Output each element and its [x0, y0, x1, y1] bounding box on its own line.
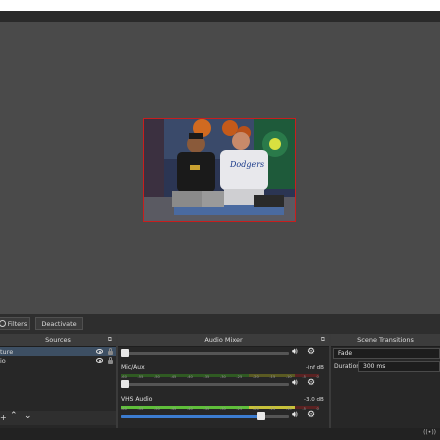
- meter-tick-label: -55: [137, 375, 144, 379]
- meter-tick-label: -5: [302, 407, 306, 411]
- volume-fader[interactable]: [121, 380, 289, 388]
- meter-ticks: -60 -55 -50 -45 -40 -35 -30 -25 -20 -15 -10 -5 0: [121, 407, 319, 412]
- sources-toolbar: + ⌃ ⌄: [0, 411, 116, 425]
- channel-name: VHS Audio: [121, 396, 153, 403]
- meter-tick-label: -35: [203, 375, 210, 379]
- fader-knob[interactable]: [121, 380, 129, 388]
- audio-mixer-title: Audio Mixer ⧉: [118, 334, 329, 347]
- meter-tick-label: -50: [153, 407, 160, 411]
- move-down-icon[interactable]: ⌄: [24, 411, 32, 421]
- meter-tick-label: -55: [137, 407, 144, 411]
- visibility-eye-icon[interactable]: [96, 349, 103, 354]
- transition-value: Fade: [338, 350, 353, 357]
- meter-tick-label: -40: [186, 375, 193, 379]
- level-meter: [121, 371, 319, 377]
- video-preview[interactable]: Dodgers: [143, 118, 296, 222]
- meter-tick-label: 0: [316, 407, 319, 411]
- deactivate-label: Deactivate: [41, 319, 77, 328]
- source-item[interactable]: ture: [0, 347, 116, 356]
- fader-knob[interactable]: [121, 349, 129, 357]
- channel-name: Mic/Aux: [121, 364, 145, 371]
- video-frame-image: Dodgers: [144, 119, 295, 221]
- meter-tick-label: -45: [170, 375, 177, 379]
- float-dock-icon[interactable]: ⧉: [321, 336, 325, 344]
- source-item-label: ture: [0, 347, 14, 356]
- fader-knob[interactable]: [257, 412, 265, 420]
- meter-tick-label: -60: [121, 407, 127, 411]
- speaker-icon[interactable]: 🔊︎: [292, 347, 298, 357]
- speaker-icon[interactable]: 🔊︎: [292, 378, 298, 388]
- volume-fader[interactable]: [121, 349, 289, 357]
- svg-text:Dodgers: Dodgers: [229, 160, 264, 169]
- scene-transitions-title: Scene Transitions: [331, 334, 440, 347]
- menu-bar: [0, 11, 440, 22]
- level-meter: [121, 403, 319, 409]
- meter-tick-label: -15: [269, 375, 276, 379]
- duration-label: Duration: [334, 363, 361, 370]
- volume-fader[interactable]: [121, 412, 289, 420]
- duration-input[interactable]: 300 ms: [358, 361, 440, 372]
- source-item-label: io: [0, 356, 6, 365]
- broadcast-icon: ((•)): [423, 429, 436, 436]
- meter-tick-label: -5: [302, 375, 306, 379]
- meter-tick-label: -50: [153, 375, 160, 379]
- speaker-icon[interactable]: 🔊︎: [292, 410, 298, 420]
- audio-mixer-title-text: Audio Mixer: [204, 336, 243, 344]
- visibility-eye-icon[interactable]: [96, 358, 103, 363]
- source-item[interactable]: io: [0, 356, 116, 365]
- add-icon[interactable]: +: [0, 413, 7, 422]
- meter-tick-label: -25: [236, 407, 243, 411]
- filters-button[interactable]: Filters: [0, 317, 30, 330]
- meter-ticks: -60 -55 -50 -45 -40 -35 -30 -25 -20 -15 -10 -5 0: [121, 375, 319, 380]
- move-up-icon[interactable]: ⌃: [10, 411, 18, 421]
- title-bar: [0, 0, 440, 11]
- lock-icon[interactable]: [108, 348, 113, 355]
- scene-transitions-title-text: Scene Transitions: [357, 336, 414, 344]
- status-bar: ((•)): [0, 428, 440, 440]
- deactivate-button[interactable]: Deactivate: [35, 317, 83, 330]
- sources-title-text: Sources: [45, 336, 71, 344]
- meter-tick-label: -40: [186, 407, 193, 411]
- meter-tick-label: -45: [170, 407, 177, 411]
- fader-fill: [121, 415, 259, 418]
- gear-icon[interactable]: ⚙: [307, 378, 315, 388]
- gear-icon[interactable]: ⚙: [307, 347, 315, 357]
- lock-icon[interactable]: [108, 357, 113, 364]
- meter-tick-label: -30: [219, 407, 226, 411]
- sources-dock: Sources ⧉ ture io + ⌃ ⌄: [0, 334, 116, 440]
- meter-tick-label: -15: [269, 407, 276, 411]
- meter-tick-label: -20: [252, 375, 259, 379]
- meter-tick-label: -10: [285, 375, 292, 379]
- sources-title: Sources ⧉: [0, 334, 116, 347]
- filters-label: Filters: [7, 319, 28, 328]
- float-dock-icon[interactable]: ⧉: [108, 336, 112, 344]
- duration-value: 300 ms: [363, 363, 386, 370]
- meter-tick-label: -35: [203, 407, 210, 411]
- gear-icon[interactable]: ⚙: [307, 410, 315, 420]
- meter-tick-label: -25: [236, 375, 243, 379]
- meter-tick-label: -10: [285, 407, 292, 411]
- meter-tick-label: -30: [219, 375, 226, 379]
- transition-select[interactable]: Fade: [333, 348, 440, 359]
- meter-tick-label: 0: [316, 375, 319, 379]
- filters-icon: [0, 320, 6, 327]
